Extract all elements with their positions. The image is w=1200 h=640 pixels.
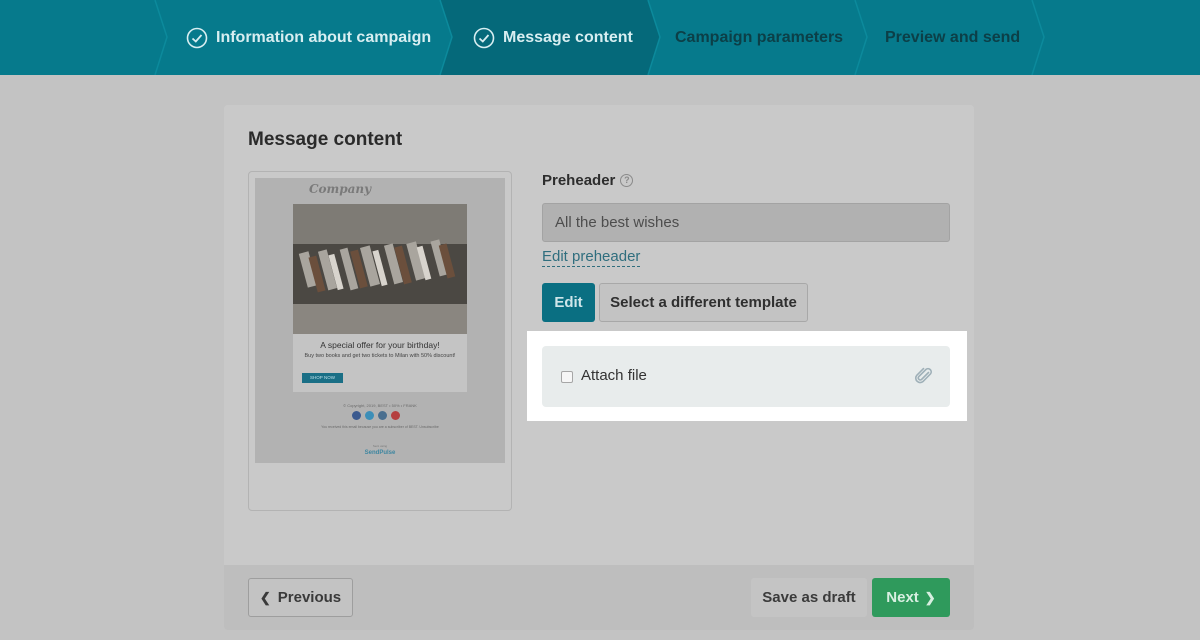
attach-file-label[interactable]: Attach file	[581, 367, 647, 384]
step-label: Message content	[503, 28, 633, 46]
help-icon[interactable]: ?	[620, 174, 634, 187]
step-message-content[interactable]: Message content	[473, 0, 633, 75]
vk-icon	[378, 411, 387, 420]
edit-preheader-link[interactable]: Edit preheader	[542, 248, 641, 267]
edit-button[interactable]: Edit	[542, 283, 595, 322]
twitter-icon	[365, 411, 374, 420]
check-circle-icon	[186, 27, 208, 48]
next-label: Next	[886, 589, 919, 606]
company-logo: Company	[309, 182, 372, 196]
social-icons	[352, 411, 404, 420]
preheader-input[interactable]: All the best wishes	[542, 203, 950, 242]
page-title: Message content	[248, 129, 403, 150]
save-as-draft-button[interactable]: Save as draft	[751, 578, 867, 617]
previous-button[interactable]: ❮ Previous	[248, 578, 353, 617]
attach-file-section: Attach file	[542, 346, 950, 407]
chevron-left-icon: ❮	[259, 589, 271, 605]
preheader-label-text: Preheader	[542, 172, 616, 189]
books-photo	[293, 204, 467, 334]
preview-unsubscribe-note: You received this email because you are …	[321, 425, 439, 429]
preview-copyright: © Copyright, 2019, BEST • 50% • FRANK	[343, 403, 417, 408]
preheader-label: Preheader ?	[542, 172, 634, 189]
step-label: Information about campaign	[216, 28, 432, 46]
offer-headline: A special offer for your birthday!	[320, 340, 440, 350]
attach-file-checkbox[interactable]	[561, 371, 573, 383]
campaign-stepper: Information about campaign Message conte…	[0, 0, 1200, 75]
select-template-button[interactable]: Select a different template	[599, 283, 808, 322]
shop-now-button: SHOP NOW	[302, 373, 343, 383]
next-button[interactable]: Next ❯	[872, 578, 950, 617]
offer-text: Buy two books and get two tickets to Mil…	[304, 353, 456, 359]
youtube-icon	[391, 411, 400, 420]
step-preview-and-send[interactable]: Preview and send	[885, 0, 1020, 75]
facebook-icon	[352, 411, 361, 420]
step-campaign-parameters[interactable]: Campaign parameters	[675, 0, 843, 75]
template-preview[interactable]: Company A special offer for your birthda…	[248, 171, 512, 511]
offer-block: A special offer for your birthday! Buy t…	[293, 334, 467, 392]
step-information-about-campaign[interactable]: Information about campaign	[186, 0, 431, 75]
check-circle-icon	[473, 27, 495, 48]
sendpulse-logo: SendPulse	[364, 450, 396, 456]
step-label: Preview and send	[885, 28, 1021, 46]
previous-label: Previous	[277, 589, 342, 606]
paperclip-icon[interactable]	[914, 366, 934, 386]
step-label: Campaign parameters	[675, 28, 844, 46]
preview-powered-by: Sent using	[372, 444, 388, 448]
chevron-right-icon: ❯	[924, 589, 936, 605]
email-preview: Company A special offer for your birthda…	[255, 178, 505, 463]
